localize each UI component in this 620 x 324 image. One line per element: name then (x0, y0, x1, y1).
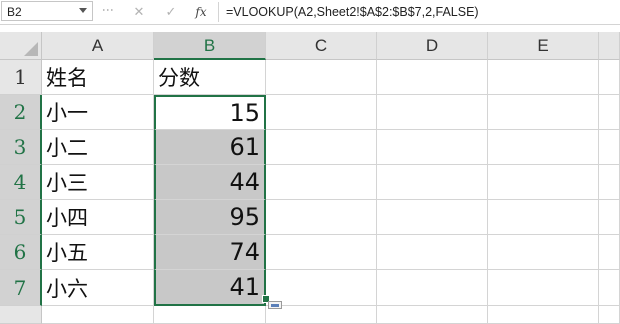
cell-a4[interactable]: 小三 (42, 165, 154, 200)
cell-c4[interactable] (266, 165, 377, 200)
cell-f6[interactable] (599, 235, 620, 270)
row-header-2[interactable]: 2 (0, 95, 42, 130)
cell-e5[interactable] (488, 200, 599, 235)
column-header-b[interactable]: B (154, 32, 266, 60)
cell-c3[interactable] (266, 130, 377, 165)
cell-c7[interactable] (266, 270, 377, 306)
cell-b6[interactable]: 74 (154, 235, 266, 270)
column-header-c[interactable]: C (266, 32, 377, 60)
cell-b4[interactable]: 44 (154, 165, 266, 200)
row-header-3[interactable]: 3 (0, 130, 42, 165)
insert-function-icon[interactable]: fx (190, 2, 212, 22)
cell-f5[interactable] (599, 200, 620, 235)
select-all-icon (24, 42, 38, 56)
cell-a3[interactable]: 小二 (42, 130, 154, 165)
cell-c1[interactable] (266, 60, 377, 95)
cell-e3[interactable] (488, 130, 599, 165)
column-header-a[interactable]: A (42, 32, 154, 60)
row-header-6[interactable]: 6 (0, 235, 42, 270)
formula-bar: B2 ⋮ ✕ ✓ fx =VLOOKUP(A2,Sheet2!$A$2:$B$7… (0, 0, 620, 25)
cell-d4[interactable] (377, 165, 488, 200)
cell-f1[interactable] (599, 60, 620, 95)
cell-c2[interactable] (266, 95, 377, 130)
cell-d6[interactable] (377, 235, 488, 270)
row-header-1[interactable]: 1 (0, 60, 42, 95)
row-header-5[interactable]: 5 (0, 200, 42, 235)
column-header-overflow (599, 32, 620, 60)
cell-d7[interactable] (377, 270, 488, 306)
cell-a1[interactable]: 姓名 (42, 60, 154, 95)
cell-d1[interactable] (377, 60, 488, 95)
cell-e6[interactable] (488, 235, 599, 270)
enter-icon[interactable]: ✓ (160, 2, 182, 22)
cell-a5[interactable]: 小四 (42, 200, 154, 235)
select-all-corner[interactable] (0, 32, 42, 60)
more-icon: ⋮ (101, 4, 115, 15)
cell-e1[interactable] (488, 60, 599, 95)
row-header-7[interactable]: 7 (0, 270, 42, 306)
cell-f7[interactable] (599, 270, 620, 306)
cell-d2[interactable] (377, 95, 488, 130)
cell-b2[interactable]: 15 (154, 95, 266, 130)
cell-c6[interactable] (266, 235, 377, 270)
cell-e7[interactable] (488, 270, 599, 306)
column-header-d[interactable]: D (377, 32, 488, 60)
cell-e4[interactable] (488, 165, 599, 200)
cell-b1[interactable]: 分数 (154, 60, 266, 95)
cell-a7[interactable]: 小六 (42, 270, 154, 306)
cell-f3[interactable] (599, 130, 620, 165)
cell-b7[interactable]: 41 (154, 270, 266, 306)
formula-input[interactable]: =VLOOKUP(A2,Sheet2!$A$2:$B$7,2,FALSE) (226, 2, 479, 22)
cell-b3[interactable]: 61 (154, 130, 266, 165)
column-header-e[interactable]: E (488, 32, 599, 60)
cell-c5[interactable] (266, 200, 377, 235)
cell-d5[interactable] (377, 200, 488, 235)
cell-f2[interactable] (599, 95, 620, 130)
chevron-down-icon[interactable] (79, 8, 87, 13)
cell-e2[interactable] (488, 95, 599, 130)
cell-d3[interactable] (377, 130, 488, 165)
cancel-icon[interactable]: ✕ (128, 2, 150, 22)
cell-a6[interactable]: 小五 (42, 235, 154, 270)
cell-b5[interactable]: 95 (154, 200, 266, 235)
name-box-value: B2 (7, 5, 22, 19)
formula-bar-separator (218, 2, 219, 22)
quick-analysis-icon[interactable] (268, 301, 282, 309)
cell-a2[interactable]: 小一 (42, 95, 154, 130)
cell-f4[interactable] (599, 165, 620, 200)
spreadsheet-grid: A B C D E 1 姓名 分数 2 小一 15 3 小二 61 4 小三 4… (0, 32, 620, 324)
row-header-4[interactable]: 4 (0, 165, 42, 200)
